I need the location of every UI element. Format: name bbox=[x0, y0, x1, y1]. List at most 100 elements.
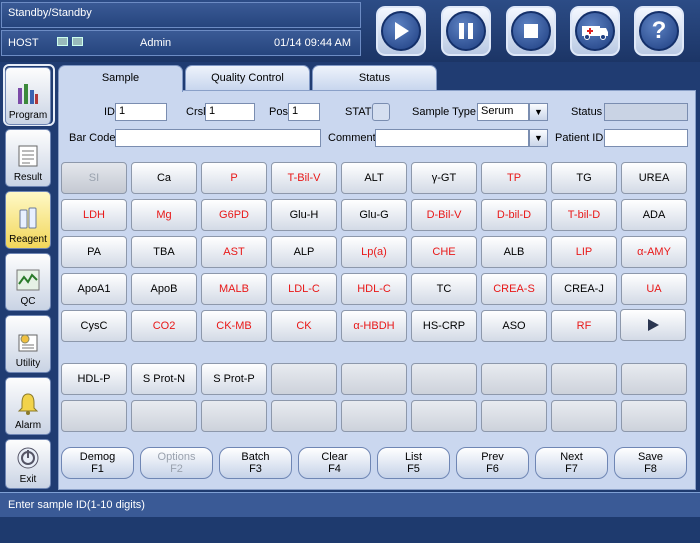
empty-slot[interactable] bbox=[551, 363, 617, 395]
fkey-f8-button[interactable]: Save F8 bbox=[614, 447, 687, 479]
comment-dropdown-button[interactable]: ▼ bbox=[529, 129, 548, 147]
test-button[interactable]: CysC bbox=[61, 310, 127, 342]
patient-id-input[interactable] bbox=[604, 129, 688, 147]
test-button[interactable]: ALB bbox=[481, 236, 547, 268]
empty-slot[interactable] bbox=[551, 400, 617, 432]
next-page-button[interactable] bbox=[620, 309, 686, 341]
test-button[interactable]: LDH bbox=[61, 199, 127, 231]
tab-sample[interactable]: Sample bbox=[58, 65, 183, 92]
nav-qc[interactable]: QC bbox=[5, 253, 51, 311]
test-button[interactable]: G6PD bbox=[201, 199, 267, 231]
test-button[interactable]: α-AMY bbox=[621, 236, 687, 268]
test-button[interactable]: TP bbox=[481, 162, 547, 194]
pos-input[interactable]: 1 bbox=[288, 103, 320, 121]
profile-button[interactable]: S Prot-N bbox=[131, 363, 197, 395]
nav-reagent[interactable]: Reagent bbox=[5, 191, 51, 249]
comment-select[interactable] bbox=[375, 129, 529, 147]
nav-result[interactable]: Result bbox=[5, 129, 51, 187]
empty-slot[interactable] bbox=[481, 400, 547, 432]
fkey-f7-button[interactable]: Next F7 bbox=[535, 447, 608, 479]
test-button[interactable]: ALP bbox=[271, 236, 337, 268]
test-button[interactable]: AST bbox=[201, 236, 267, 268]
test-button[interactable]: T-bil-D bbox=[551, 199, 617, 231]
stat-checkbox[interactable] bbox=[372, 103, 390, 121]
fkey-f5-button[interactable]: List F5 bbox=[377, 447, 450, 479]
fkey-code: F2 bbox=[170, 463, 183, 475]
test-button[interactable]: Mg bbox=[131, 199, 197, 231]
barcode-input[interactable] bbox=[115, 129, 321, 147]
empty-slot[interactable] bbox=[411, 400, 477, 432]
crsl-input[interactable]: 1 bbox=[205, 103, 255, 121]
pos-label: Pos bbox=[269, 106, 288, 118]
empty-slot[interactable] bbox=[271, 363, 337, 395]
test-button[interactable]: SI bbox=[61, 162, 127, 194]
test-button[interactable]: Ca bbox=[131, 162, 197, 194]
test-button[interactable]: CHE bbox=[411, 236, 477, 268]
fkey-f2-button[interactable]: Options F2 bbox=[140, 447, 213, 479]
test-button[interactable]: D-bil-D bbox=[481, 199, 547, 231]
test-button[interactable]: Glu-H bbox=[271, 199, 337, 231]
empty-slot[interactable] bbox=[271, 400, 337, 432]
tab-status[interactable]: Status bbox=[312, 65, 437, 90]
test-button[interactable]: TC bbox=[411, 273, 477, 305]
nav-utility[interactable]: Utility bbox=[5, 315, 51, 373]
nav-exit[interactable]: Exit bbox=[5, 439, 51, 489]
test-button[interactable]: PA bbox=[61, 236, 127, 268]
test-button[interactable]: HDL-C bbox=[341, 273, 407, 305]
empty-slot[interactable] bbox=[131, 400, 197, 432]
pause-button[interactable] bbox=[441, 6, 491, 56]
sample-type-dropdown-button[interactable]: ▼ bbox=[529, 103, 548, 121]
emergency-button[interactable] bbox=[570, 6, 620, 56]
empty-slot[interactable] bbox=[621, 400, 687, 432]
fkey-f3-button[interactable]: Batch F3 bbox=[219, 447, 292, 479]
test-button[interactable]: ADA bbox=[621, 199, 687, 231]
test-button[interactable]: ALT bbox=[341, 162, 407, 194]
fkey-f6-button[interactable]: Prev F6 bbox=[456, 447, 529, 479]
empty-slot[interactable] bbox=[411, 363, 477, 395]
test-button[interactable]: UA bbox=[621, 273, 687, 305]
empty-slot[interactable] bbox=[341, 400, 407, 432]
test-button[interactable]: CK bbox=[271, 310, 337, 342]
test-button[interactable]: Lp(a) bbox=[341, 236, 407, 268]
test-button[interactable]: CREA-J bbox=[551, 273, 617, 305]
test-button[interactable]: γ-GT bbox=[411, 162, 477, 194]
test-button[interactable]: CO2 bbox=[131, 310, 197, 342]
fkey-code: F5 bbox=[407, 463, 420, 475]
test-button[interactable]: UREA bbox=[621, 162, 687, 194]
test-button[interactable]: LDL-C bbox=[271, 273, 337, 305]
empty-slot[interactable] bbox=[201, 400, 267, 432]
test-button[interactable]: TBA bbox=[131, 236, 197, 268]
test-button[interactable]: TG bbox=[551, 162, 617, 194]
test-button[interactable]: D-Bil-V bbox=[411, 199, 477, 231]
test-button[interactable]: ApoB bbox=[131, 273, 197, 305]
sample-type-select[interactable]: Serum bbox=[477, 103, 529, 121]
status-label: Status bbox=[571, 106, 603, 118]
stop-button[interactable] bbox=[506, 6, 556, 56]
test-button[interactable]: ASO bbox=[481, 310, 547, 342]
profile-button[interactable]: HDL-P bbox=[61, 363, 127, 395]
empty-slot[interactable] bbox=[621, 363, 687, 395]
profile-button[interactable]: S Prot-P bbox=[201, 363, 267, 395]
test-button[interactable]: CK-MB bbox=[201, 310, 267, 342]
nav-program[interactable]: Program bbox=[5, 67, 51, 125]
test-button[interactable]: CREA-S bbox=[481, 273, 547, 305]
test-button[interactable]: RF bbox=[551, 310, 617, 342]
run-button[interactable] bbox=[376, 6, 426, 56]
empty-slot[interactable] bbox=[341, 363, 407, 395]
test-button[interactable]: P bbox=[201, 162, 267, 194]
fkey-f1-button[interactable]: Demog F1 bbox=[61, 447, 134, 479]
fkey-f4-button[interactable]: Clear F4 bbox=[298, 447, 371, 479]
test-button[interactable]: Glu-G bbox=[341, 199, 407, 231]
test-button[interactable]: ApoA1 bbox=[61, 273, 127, 305]
test-button[interactable]: MALB bbox=[201, 273, 267, 305]
test-button[interactable]: T-Bil-V bbox=[271, 162, 337, 194]
empty-slot[interactable] bbox=[481, 363, 547, 395]
id-input[interactable]: 1 bbox=[115, 103, 167, 121]
nav-alarm[interactable]: Alarm bbox=[5, 377, 51, 435]
test-button[interactable]: LIP bbox=[551, 236, 617, 268]
test-button[interactable]: α-HBDH bbox=[341, 310, 407, 342]
help-button[interactable]: ? bbox=[634, 6, 684, 56]
empty-slot[interactable] bbox=[61, 400, 127, 432]
tab-quality-control[interactable]: Quality Control bbox=[185, 65, 310, 90]
test-button[interactable]: HS-CRP bbox=[411, 310, 477, 342]
